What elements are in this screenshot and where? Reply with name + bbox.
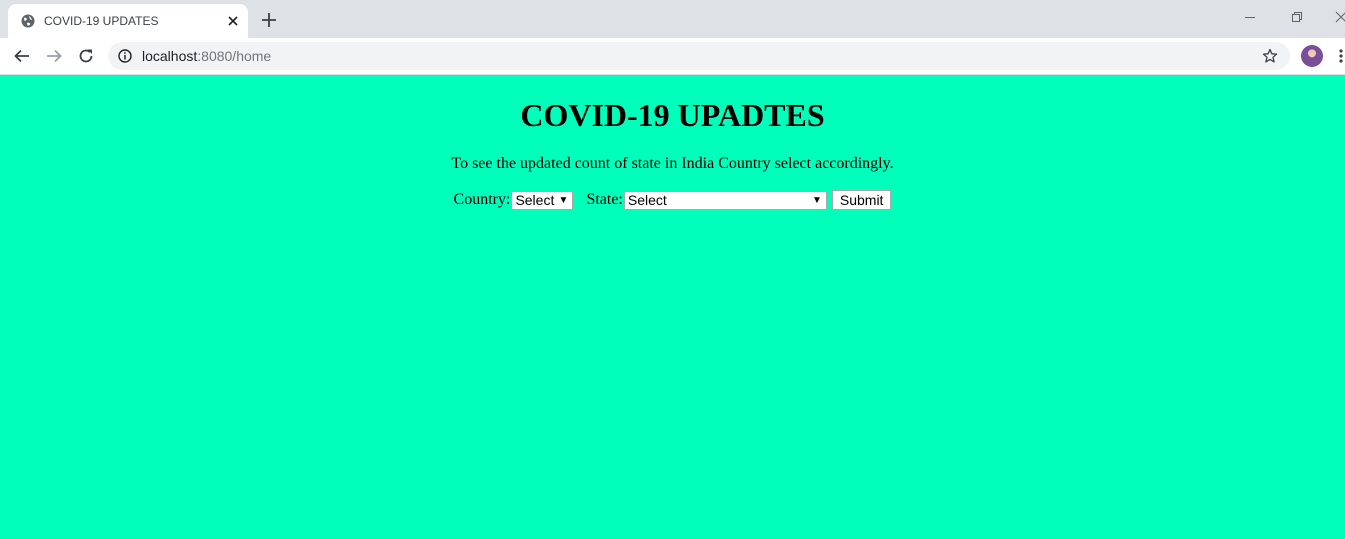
url-host: localhost [142, 48, 198, 64]
reload-icon[interactable] [77, 47, 95, 65]
arrow-left-icon[interactable] [13, 47, 31, 65]
state-label: State: [586, 191, 623, 208]
profile-avatar[interactable] [1301, 45, 1323, 67]
browser-tab[interactable]: COVID-19 UPDATES [8, 4, 248, 38]
info-icon[interactable] [118, 49, 132, 63]
state-select[interactable]: Select ▼ [623, 190, 827, 210]
browser-toolbar: localhost:8080/home [0, 38, 1345, 75]
submit-button[interactable]: Submit [831, 190, 892, 210]
page-description: To see the updated count of state in Ind… [451, 155, 894, 172]
dropdown-arrow-icon: ▼ [558, 194, 569, 206]
page-title: COVID-19 UPADTES [520, 97, 825, 133]
minimize-icon[interactable] [1243, 10, 1257, 24]
browser-tabstrip: COVID-19 UPDATES [0, 0, 1345, 38]
state-select-value: Select [627, 191, 667, 208]
arrow-right-icon[interactable] [45, 47, 63, 65]
url-path: :8080/home [197, 48, 272, 64]
url-text[interactable]: localhost:8080/home [142, 49, 271, 64]
star-icon[interactable] [1262, 48, 1278, 64]
country-label: Country: [453, 191, 511, 208]
close-icon[interactable] [226, 14, 240, 28]
kebab-menu-icon[interactable] [1338, 48, 1344, 64]
globe-icon [21, 14, 35, 28]
country-select-value: Select [515, 191, 555, 208]
address-bar[interactable]: localhost:8080/home [108, 42, 1290, 70]
tab-title: COVID-19 UPDATES [44, 14, 159, 28]
page-viewport: COVID-19 UPADTES To see the updated coun… [0, 75, 1345, 539]
restore-icon[interactable] [1290, 10, 1304, 24]
window-close-icon[interactable] [1334, 10, 1345, 24]
filter-form: Country: Select ▼ State: Select ▼ Submit [0, 190, 1345, 210]
plus-icon[interactable] [260, 11, 278, 29]
dropdown-arrow-icon: ▼ [811, 194, 822, 206]
country-select[interactable]: Select ▼ [511, 190, 574, 210]
